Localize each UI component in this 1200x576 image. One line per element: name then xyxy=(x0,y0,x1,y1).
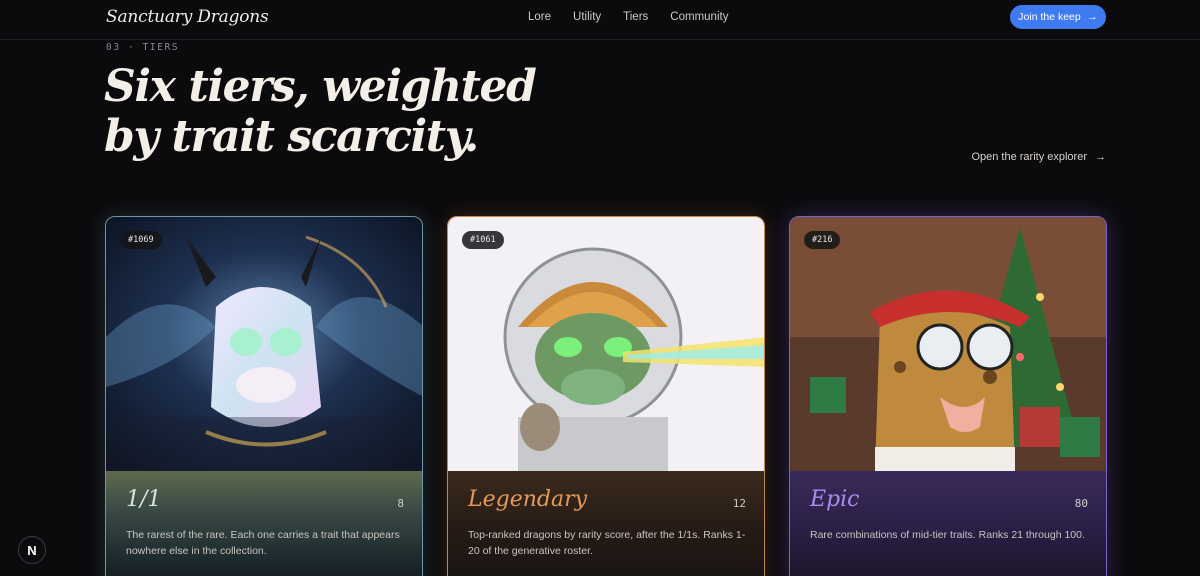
arrow-right-icon: → xyxy=(1095,151,1106,163)
token-id-badge: #1069 xyxy=(120,231,162,249)
nav-link-lore[interactable]: Lore xyxy=(528,11,551,23)
tier-name: Legendary xyxy=(468,487,588,512)
tier-description: Rare combinations of mid-tier traits. Ra… xyxy=(810,529,1085,541)
tier-count: 80 xyxy=(1074,497,1088,510)
dragon-artwork-216 xyxy=(790,217,1106,471)
token-id-badge: #1061 xyxy=(462,231,504,249)
nav-link-community[interactable]: Community xyxy=(670,11,728,23)
brand-logo[interactable]: Sanctuary Dragons xyxy=(106,7,269,27)
dragon-artwork-1061 xyxy=(448,217,764,471)
join-the-keep-button[interactable]: Join the keep → xyxy=(1010,5,1106,29)
nav-links: Lore Utility Tiers Community xyxy=(528,11,750,23)
nav-link-utility[interactable]: Utility xyxy=(573,11,601,23)
rarity-explorer-label: Open the rarity explorer xyxy=(971,151,1087,163)
framework-logo-icon[interactable]: N xyxy=(18,536,46,564)
tier-card-footer: Legendary 12 Top-ranked dragons by rarit… xyxy=(448,471,764,576)
cta-label: Join the keep xyxy=(1018,11,1081,23)
tier-description: The rarest of the rare. Each one carries… xyxy=(126,529,400,557)
rarity-explorer-link[interactable]: Open the rarity explorer → xyxy=(971,151,1106,163)
top-nav: Sanctuary Dragons Lore Utility Tiers Com… xyxy=(0,0,1200,40)
tier-count: 12 xyxy=(732,497,746,510)
tier-card-footer: Epic 80 Rare combinations of mid-tier tr… xyxy=(790,471,1106,576)
token-id-badge: #216 xyxy=(804,231,841,249)
tier-card-epic[interactable]: #216 Epic 80 Rare combinations of mid-ti… xyxy=(789,216,1107,576)
section-headline: Six tiers, weighted by trait scarcity. xyxy=(104,61,537,162)
tier-card-footer: 1/1 8 The rarest of the rare. Each one c… xyxy=(106,471,422,576)
tier-card-legendary[interactable]: #1061 Legendary 12 Top-ranked dragons by… xyxy=(447,216,765,576)
tier-count: 8 xyxy=(397,497,404,510)
tier-name: Epic xyxy=(810,487,860,512)
tier-card-1-of-1[interactable]: #1069 1/1 8 The rarest of the rare. Each… xyxy=(105,216,423,576)
tier-name: 1/1 xyxy=(126,487,162,512)
dragon-artwork-1069 xyxy=(106,217,422,471)
tier-description: Top-ranked dragons by rarity score, afte… xyxy=(468,529,746,557)
arrow-right-icon: → xyxy=(1086,11,1098,23)
section-eyebrow: 03 · TIERS xyxy=(106,42,180,53)
nav-link-tiers[interactable]: Tiers xyxy=(623,11,648,23)
